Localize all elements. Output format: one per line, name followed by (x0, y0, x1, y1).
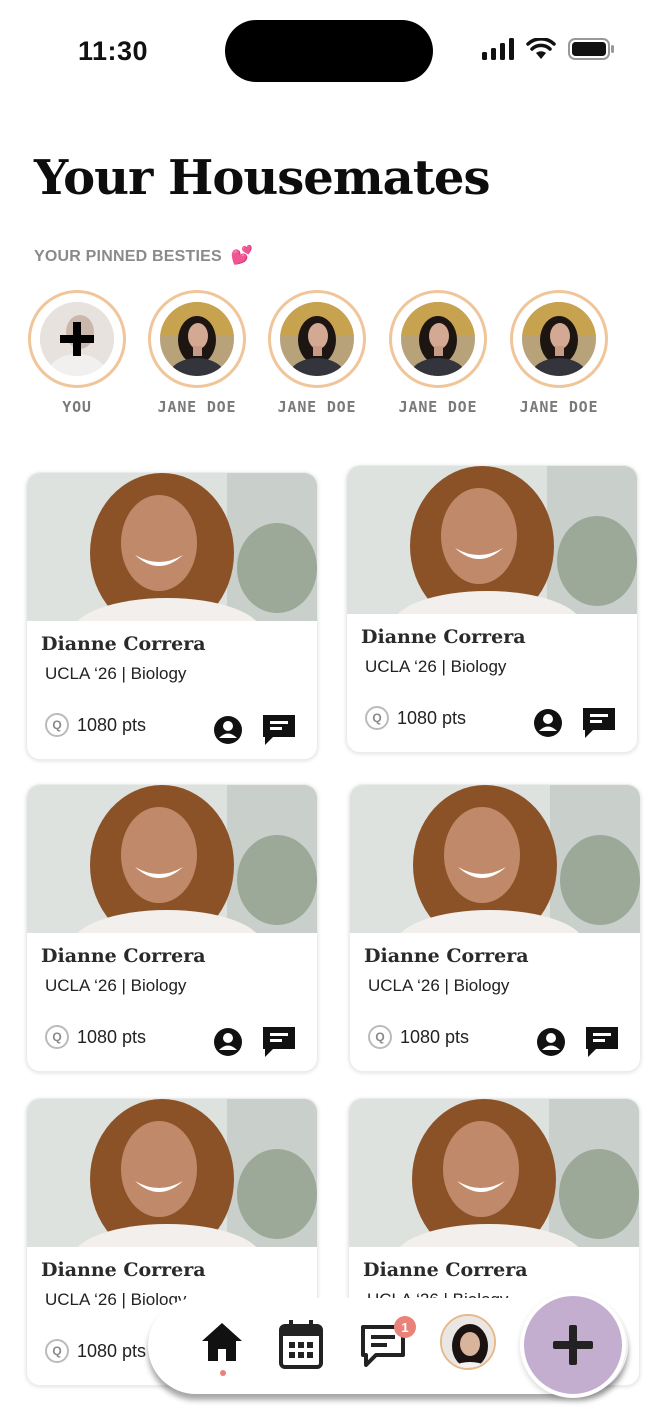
avatar (401, 302, 475, 376)
housemate-name: Dianne Correra (364, 945, 529, 967)
pinned-bestie[interactable]: JANE DOE (510, 290, 608, 416)
avatar-ring (510, 290, 608, 388)
signal-icon (482, 38, 514, 60)
profile-icon[interactable] (533, 708, 563, 738)
pinned-bestie[interactable]: JANE DOE (148, 290, 246, 416)
avatar-ring (28, 290, 126, 388)
points-value: 1080 pts (77, 1340, 147, 1361)
nav-profile[interactable] (440, 1314, 496, 1370)
points: Q 1080 pts (45, 1025, 146, 1049)
avatar-ring (389, 290, 487, 388)
pinned-bestie[interactable]: JANE DOE (389, 290, 487, 416)
notification-badge: 1 (394, 1316, 416, 1338)
housemate-school: UCLA ‘26 | Biology (368, 976, 510, 995)
message-icon[interactable] (581, 706, 617, 740)
home-icon (202, 1323, 242, 1361)
active-indicator (220, 1370, 226, 1376)
points-value: 1080 pts (400, 1026, 470, 1047)
housemate-name: Dianne Correra (363, 1259, 528, 1281)
add-button[interactable] (520, 1292, 626, 1398)
pinned-label: JANE DOE (519, 398, 599, 416)
housemate-photo (349, 1099, 639, 1247)
status-time: 11:30 (78, 36, 149, 66)
coin-icon: Q (368, 1025, 392, 1049)
points: Q 1080 pts (368, 1025, 469, 1049)
housemate-photo (27, 473, 317, 621)
two-hearts-icon: 💕 (230, 245, 254, 265)
pinned-label: JANE DOE (157, 398, 237, 416)
nav-home[interactable] (200, 1320, 244, 1369)
profile-avatar (440, 1314, 496, 1370)
housemate-photo (27, 785, 317, 933)
housemate-card[interactable]: Dianne Correra UCLA ‘26 | Biology Q 1080… (349, 784, 641, 1072)
coin-icon: Q (45, 713, 69, 737)
status-bar: 11:30 (0, 0, 654, 100)
message-icon[interactable] (261, 713, 297, 747)
housemate-card[interactable]: Dianne Correra UCLA ‘26 | Biology Q 1080… (346, 465, 638, 753)
avatar (522, 302, 596, 376)
housemate-name: Dianne Correra (361, 626, 526, 648)
pinned-label: JANE DOE (277, 398, 357, 416)
housemate-card[interactable]: Dianne Correra UCLA ‘26 | Biology Q 1080… (26, 784, 318, 1072)
battery-icon (568, 38, 614, 60)
message-icon[interactable] (261, 1025, 297, 1059)
section-label-text: YOUR PINNED BESTIES (34, 248, 222, 265)
points: Q 1080 pts (45, 1339, 146, 1363)
points-value: 1080 pts (77, 714, 147, 735)
profile-icon[interactable] (213, 1027, 243, 1057)
avatar (40, 302, 114, 376)
card-actions (533, 706, 617, 740)
avatar (280, 302, 354, 376)
card-actions (213, 713, 297, 747)
housemate-school: UCLA ‘26 | Biology (45, 1290, 187, 1309)
section-label-pinned: YOUR PINNED BESTIES 💕 (34, 245, 253, 266)
card-actions (213, 1025, 297, 1059)
avatar-ring (268, 290, 366, 388)
avatar (160, 302, 234, 376)
housemate-name: Dianne Correra (41, 633, 206, 655)
housemate-name: Dianne Correra (41, 945, 206, 967)
points: Q 1080 pts (365, 706, 466, 730)
profile-icon[interactable] (536, 1027, 566, 1057)
card-actions (536, 1025, 620, 1059)
calendar-icon (279, 1320, 323, 1369)
housemate-school: UCLA ‘26 | Biology (365, 657, 507, 676)
housemate-photo (27, 1099, 317, 1247)
housemate-school: UCLA ‘26 | Biology (45, 664, 187, 683)
points: Q 1080 pts (45, 713, 146, 737)
housemate-photo (350, 785, 640, 933)
pinned-bestie[interactable]: JANE DOE (268, 290, 366, 416)
coin-icon: Q (45, 1025, 69, 1049)
message-icon[interactable] (584, 1025, 620, 1059)
nav-calendar[interactable] (278, 1320, 324, 1375)
nav-messages[interactable]: 1 (360, 1316, 416, 1373)
wifi-icon (526, 38, 556, 59)
housemate-card[interactable]: Dianne Correra UCLA ‘26 | Biology Q 1080… (26, 472, 318, 760)
profile-icon[interactable] (213, 715, 243, 745)
points-value: 1080 pts (397, 707, 467, 728)
pinned-label: JANE DOE (398, 398, 478, 416)
avatar-ring (148, 290, 246, 388)
status-icons (482, 38, 614, 60)
housemate-photo (347, 466, 637, 614)
page-title: Your Housemates (34, 150, 490, 206)
housemate-name: Dianne Correra (41, 1259, 206, 1281)
dynamic-island (225, 20, 433, 82)
pinned-self[interactable]: YOU (28, 290, 126, 416)
plus-icon (553, 1325, 593, 1365)
pinned-label: YOU (62, 398, 92, 416)
coin-icon: Q (365, 706, 389, 730)
housemate-school: UCLA ‘26 | Biology (45, 976, 187, 995)
points-value: 1080 pts (77, 1026, 147, 1047)
coin-icon: Q (45, 1339, 69, 1363)
